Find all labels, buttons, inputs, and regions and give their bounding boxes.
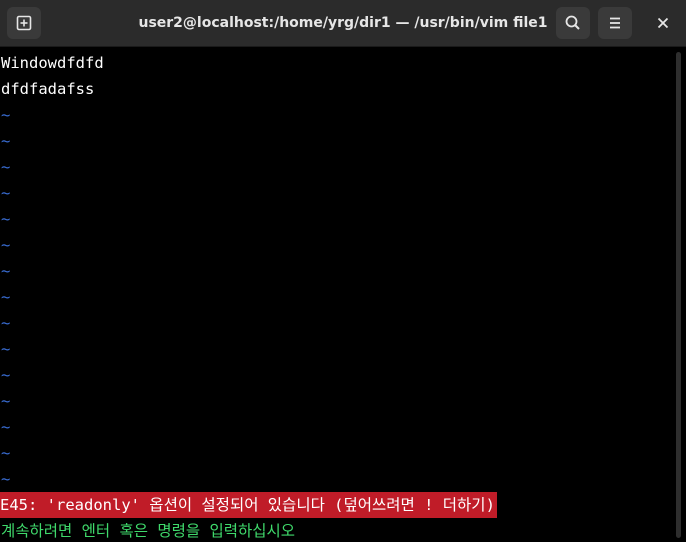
empty-line-marker: ~: [1, 158, 11, 176]
search-button[interactable]: [556, 7, 590, 39]
continue-prompt: 계속하려면 엔터 혹은 명령을 입력하십시오: [1, 522, 296, 540]
search-icon: [565, 15, 580, 30]
empty-line-marker: ~: [1, 470, 11, 488]
menu-button[interactable]: [598, 7, 632, 39]
close-icon: [657, 17, 669, 29]
empty-line-marker: ~: [1, 392, 11, 410]
empty-line-marker: ~: [1, 366, 11, 384]
empty-line-marker: ~: [1, 106, 11, 124]
empty-line-marker: ~: [1, 288, 11, 306]
close-button[interactable]: [646, 7, 680, 39]
terminal-window: user2@localhost:/home/yrg/dir1 — /usr/bi…: [0, 0, 686, 542]
empty-line-marker: ~: [1, 262, 11, 280]
empty-line-marker: ~: [1, 314, 11, 332]
empty-line-marker: ~: [1, 418, 11, 436]
new-tab-icon: [16, 15, 32, 31]
scrollbar-thumb[interactable]: [676, 52, 681, 538]
empty-line-marker: ~: [1, 340, 11, 358]
buffer-line-1: Windowdfdfd: [1, 54, 104, 72]
empty-line-marker: ~: [1, 236, 11, 254]
scrollbar[interactable]: [670, 48, 686, 542]
title-bar[interactable]: user2@localhost:/home/yrg/dir1 — /usr/bi…: [0, 0, 686, 47]
empty-line-marker: ~: [1, 132, 11, 150]
empty-line-marker: ~: [1, 210, 11, 228]
new-tab-button[interactable]: [7, 7, 41, 39]
empty-line-marker: ~: [1, 184, 11, 202]
terminal-view[interactable]: Windowdfdfd dfdfadafss ~ ~ ~ ~ ~ ~ ~ ~ ~…: [0, 48, 670, 542]
hamburger-menu-icon: [610, 17, 620, 29]
error-message: E45: 'readonly' 옵션이 설정되어 있습니다 (덮어쓰려면 ! 더…: [0, 492, 497, 518]
empty-line-marker: ~: [1, 444, 11, 462]
buffer-line-2: dfdfadafss: [1, 80, 95, 98]
